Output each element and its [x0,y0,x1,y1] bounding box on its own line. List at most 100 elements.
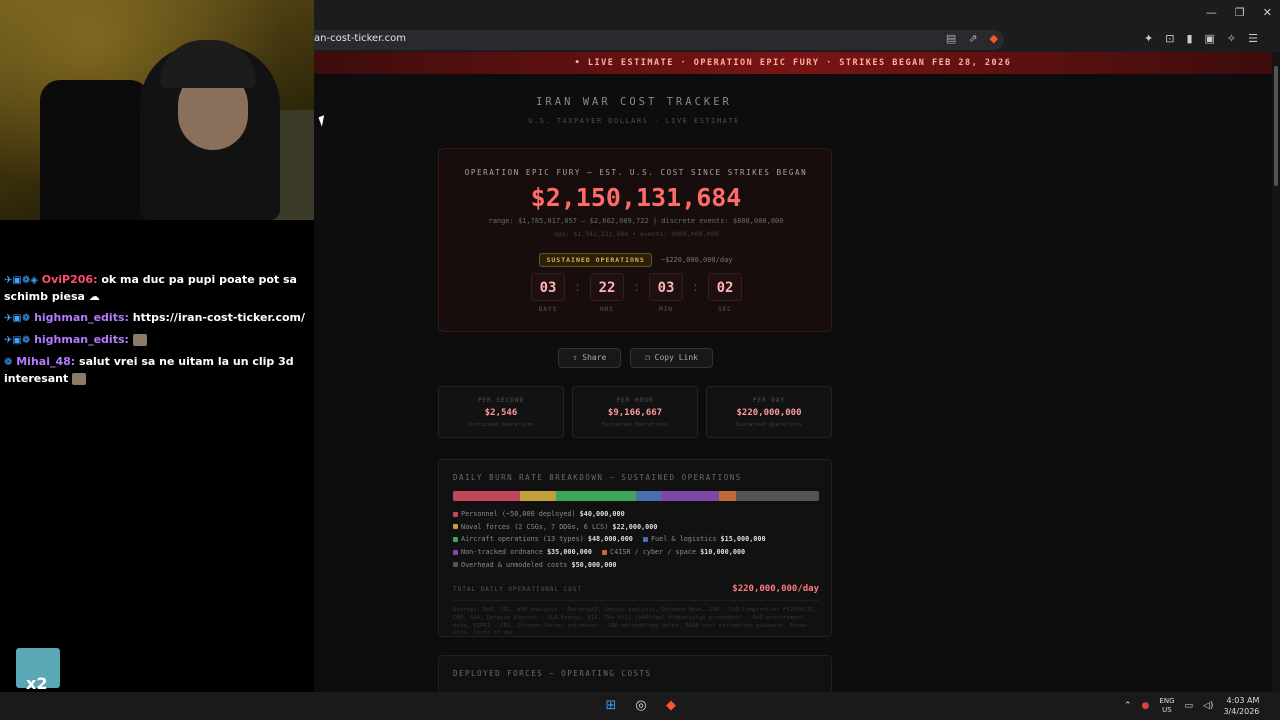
corner-emote-icon: x2 [16,648,60,693]
daily-rate: ~$220,000,000/day [660,256,733,264]
address-bar[interactable]: an-cost-ticker.com ▤ ⇗ ◆ [314,30,1004,50]
legend-value: $10,000,000 [700,548,746,557]
stat-sub: Sustained Operations [601,422,669,428]
windows-start-icon[interactable]: ⊞ [602,697,620,715]
burn-segment [735,491,819,501]
legend-row: Overhead & unmodeled costs $50,000,000 [453,559,823,572]
deployed-forces-card: DEPLOYED FORCES — OPERATING COSTS [438,655,832,692]
url-text[interactable]: an-cost-ticker.com [314,33,406,44]
chat-username[interactable]: OviP206: [42,273,98,286]
legend-value: $40,000,000 [579,510,625,518]
legend-item: Overhead & unmodeled costs $50,000,000 [453,559,617,572]
timer-separator: : [693,280,698,294]
screen: ✈▣❁◈ OviP206: ok ma duc pa pupi poate po… [0,0,1280,720]
leo-ai-icon[interactable]: ✧ [1227,32,1236,45]
chat-badges-icon: ❁ [4,357,13,368]
stat-sub: Sustained Operations [467,422,535,428]
close-icon[interactable]: ✕ [1263,6,1272,19]
reader-mode-icon[interactable]: ▤ [946,32,956,45]
emote-icon [132,334,147,346]
burn-rate-card: DAILY BURN RATE BREAKDOWN — SUSTAINED OP… [438,459,832,637]
ops-breakdown: ops: $1,342,131,684 • events: $808,000,0… [553,230,719,238]
timer-label: HRS [600,306,614,313]
chat-username[interactable]: highman_edits: [34,311,129,324]
stat-label: PER DAY [752,397,786,404]
network-icon[interactable]: ▭ [1185,701,1194,711]
chevron-up-icon[interactable]: ⌃ [1124,701,1132,711]
chat-box: ✈▣❁◈ OviP206: ok ma duc pa pupi poate po… [4,272,324,392]
copy-link-button[interactable]: ❐ Copy Link [630,348,713,368]
sidebar-icon[interactable]: ▮ [1186,32,1192,45]
stat-label: PER SECOND [477,397,525,404]
chair-shape [40,80,150,220]
chat-message: ❁ Mihai_48: salut vrei sa ne uitam la un… [4,354,324,387]
burn-segment [453,491,520,501]
legend-value: $48,000,000 [587,535,633,544]
timer-value: 03 [531,273,565,301]
extensions-icon[interactable]: ✦ [1144,32,1153,45]
cost-range: range: $1,785,817,057 – $2,662,009,722 |… [488,217,784,225]
legend-label: C4ISR / cyber / space [610,548,696,557]
wallet-icon[interactable]: ▣ [1205,32,1215,45]
tab-search-icon[interactable]: ⊡ [1165,32,1174,45]
status-row: SUSTAINED OPERATIONS ~$220,000,000/day [439,247,833,267]
legend-swatch [642,536,648,542]
volume-icon[interactable]: ◁) [1203,701,1213,711]
timer-hours: 22 HRS [590,273,624,313]
app-icon[interactable]: ◎ [632,697,650,715]
timer-separator: : [634,280,639,294]
chat-badges-icon: ✈▣❁◈ [4,275,38,286]
stat-per-second: PER SECOND $2,546 Sustained Operations [438,386,564,438]
timer-seconds: 02 SEC [708,273,742,313]
legend-item: Non-tracked ordnance $35,000,000 [453,546,592,559]
clock[interactable]: 4:03 AM 3/4/2026 [1223,695,1259,717]
chat-username[interactable]: highman_edits: [34,333,129,346]
share-button[interactable]: ⇪ Share [558,348,621,368]
chat-link[interactable]: https://iran-cost-ticker.com/ [133,311,305,324]
timer-separator: : [575,280,580,294]
stat-value: $9,166,667 [607,408,663,418]
legend-label: Fuel & logistics [650,535,717,544]
legend-value: $15,000,000 [720,535,766,544]
stat-per-hour: PER HOUR $9,166,667 Sustained Operations [572,386,698,438]
chat-username[interactable]: Mihai_48: [16,355,75,368]
share-page-icon[interactable]: ⇗ [968,32,977,45]
legend-value: $50,000,000 [571,560,617,569]
menu-icon[interactable]: ☰ [1248,32,1258,45]
elapsed-timer: 03 DAYS : 22 HRS : 03 MIN : 02 SEC [531,273,742,313]
legend-item: Aircraft operations (13 types) $48,000,0… [453,533,633,546]
legend-value: $22,000,000 [612,522,658,531]
legend-swatch [453,536,458,542]
system-tray: ⌃ ● ENG US ▭ ◁) 4:03 AM 3/4/2026 [1124,695,1259,717]
timer-label: MIN [659,306,673,313]
brave-shields-icon[interactable]: ◆ [990,32,998,45]
legend-item: Fuel & logistics $15,000,000 [642,533,766,546]
timer-value: 22 [590,273,624,301]
restore-icon[interactable]: ❐ [1235,6,1245,19]
stat-per-day: PER DAY $220,000,000 Sustained Operation… [706,386,832,438]
minimize-icon[interactable]: — [1206,6,1217,19]
page-scrollbar[interactable] [1272,52,1280,692]
legend-swatch [453,524,458,530]
total-label: TOTAL DAILY OPERATIONAL COST [453,586,583,593]
sources-text: Sources: DoD, CRS, WPR analysis · Defenc… [453,607,817,637]
microphone-icon[interactable]: ● [1142,701,1150,711]
legend-label: Aircraft operations (13 types) [461,535,584,544]
extension-icons: ✦ ⊡ ▮ ▣ ✧ ☰ [1144,32,1258,45]
language-indicator[interactable]: ENG US [1159,697,1174,715]
cost-counter-card: OPERATION EPIC FURY — EST. U.S. COST SIN… [438,148,832,332]
emote-count: x2 [26,674,48,693]
taskbar-apps: ⊞ ◎ ◆ [602,697,680,715]
brave-browser-icon[interactable]: ◆ [662,697,680,715]
section-title: DAILY BURN RATE BREAKDOWN — SUSTAINED OP… [453,473,742,482]
burn-segment [719,491,736,501]
legend-value: $35,000,000 [546,548,592,557]
status-badge: SUSTAINED OPERATIONS [539,253,652,267]
legend-label: Overhead & unmodeled costs [461,560,568,569]
stat-value: $2,546 [484,408,518,418]
window-controls: — ❐ ✕ [1206,6,1272,19]
counter-label: OPERATION EPIC FURY — EST. U.S. COST SIN… [464,168,808,177]
legend-item: Naval forces (2 CSGs, 7 DDGs, 6 LCS) $22… [453,521,657,534]
scrollbar-thumb[interactable] [1274,66,1278,186]
legend-row: Non-tracked ordnance $35,000,000 C4ISR /… [453,546,823,559]
